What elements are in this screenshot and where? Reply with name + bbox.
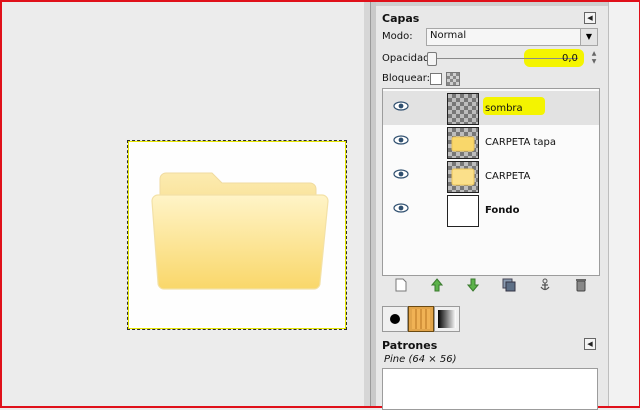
patterns-grid[interactable]	[382, 368, 598, 410]
lock-label: Bloquear:	[382, 73, 431, 84]
pattern-name: Pine (64 × 56)	[384, 354, 457, 365]
eye-icon[interactable]	[393, 202, 409, 214]
layer-thumbnail[interactable]	[447, 195, 479, 227]
lower-layer-icon[interactable]	[466, 278, 480, 292]
lock-alpha-checkbox[interactable]	[446, 72, 460, 86]
mode-label: Modo:	[382, 31, 413, 42]
layer-thumbnail[interactable]	[447, 127, 479, 159]
layer-name[interactable]: sombra	[485, 103, 523, 114]
window-edge	[608, 2, 639, 406]
anchor-icon[interactable]	[538, 278, 552, 292]
raise-layer-icon[interactable]	[430, 278, 444, 292]
mode-select[interactable]: Normal ▼	[426, 28, 598, 46]
opacity-slider-track[interactable]	[428, 58, 578, 59]
panel-menu-icon[interactable]: ◀	[584, 338, 596, 350]
opacity-spin-icon[interactable]: ▲ ▼	[590, 50, 598, 66]
new-layer-icon[interactable]	[394, 278, 408, 292]
brushes-tab-icon[interactable]	[382, 306, 408, 332]
duplicate-layer-icon[interactable]	[502, 278, 516, 292]
dock-tab-strip	[376, 2, 608, 6]
patterns-tab-icon[interactable]	[408, 306, 434, 332]
layer-name[interactable]: CARPETA	[485, 171, 530, 182]
patterns-panel-title: Patrones	[382, 339, 438, 352]
folder-thumb-icon	[451, 136, 475, 152]
mode-value: Normal	[430, 30, 467, 41]
layers-panel-title: Capas	[382, 12, 420, 25]
layers-list[interactable]: sombra CARPETA tapa CARPETA Fondo	[382, 88, 600, 276]
eye-icon[interactable]	[393, 168, 409, 180]
image-canvas-area[interactable]	[2, 2, 364, 406]
eye-icon[interactable]	[393, 134, 409, 146]
folder-thumb-icon	[451, 168, 475, 186]
image-canvas[interactable]	[127, 140, 347, 330]
layer-row-carpeta[interactable]: CARPETA	[383, 159, 599, 193]
chevron-down-icon[interactable]: ▼	[580, 29, 597, 45]
folder-image-icon	[151, 172, 329, 290]
layer-row-fondo[interactable]: Fondo	[383, 193, 599, 227]
layer-name[interactable]: Fondo	[485, 205, 519, 216]
opacity-value[interactable]: 0,0	[562, 53, 578, 64]
layer-row-carpeta-tapa[interactable]: CARPETA tapa	[383, 125, 599, 159]
delete-layer-icon[interactable]	[574, 278, 588, 292]
layer-thumbnail[interactable]	[447, 161, 479, 193]
opacity-label: Opacidad:	[382, 53, 433, 64]
opacity-slider-thumb[interactable]	[427, 52, 437, 66]
layer-thumbnail[interactable]	[447, 93, 479, 125]
layer-row-sombra[interactable]: sombra	[383, 91, 599, 125]
layer-name[interactable]: CARPETA tapa	[485, 137, 556, 148]
lock-pixels-checkbox[interactable]	[430, 73, 442, 85]
layers-dock: Capas ◀ Modo: Normal ▼ Opacidad: 0,0 ▲ ▼ …	[376, 2, 608, 410]
gradients-tab-icon[interactable]	[434, 306, 460, 332]
panel-menu-icon[interactable]: ◀	[584, 12, 596, 24]
eye-icon[interactable]	[393, 100, 409, 112]
